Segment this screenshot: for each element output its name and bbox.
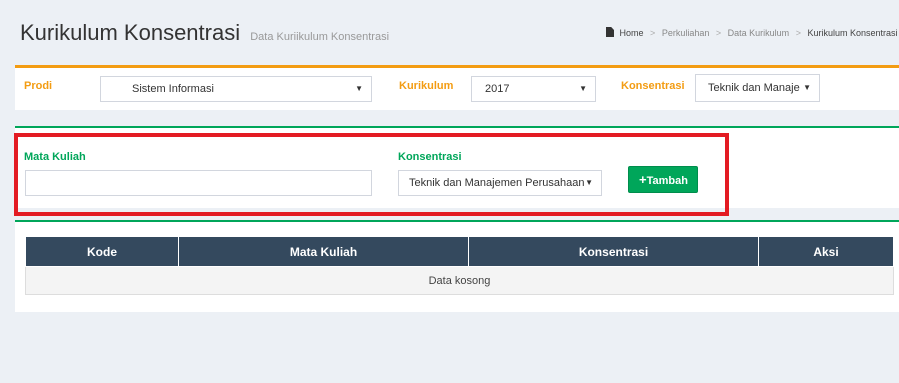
konsentrasi-form-value: Teknik dan Manajemen Perusahaan (409, 177, 585, 189)
breadcrumb-home[interactable]: Home (620, 28, 644, 38)
page-header: Kurikulum Konsentrasi Data Kuriikulum Ko… (0, 0, 899, 60)
table-header-row: Kode Mata Kuliah Konsentrasi Aksi (25, 236, 894, 267)
prodi-label: Prodi (24, 80, 53, 92)
mata-kuliah-input[interactable] (25, 170, 372, 196)
data-table: Kode Mata Kuliah Konsentrasi Aksi Data k… (25, 236, 894, 295)
kurikulum-select-value: 2017 (485, 83, 510, 95)
breadcrumb-separator: > (650, 28, 656, 38)
column-header-kode: Kode (25, 236, 179, 267)
konsentrasi-filter-select[interactable]: Teknik dan Manaje ▼ (695, 74, 820, 102)
mata-kuliah-label: Mata Kuliah (24, 151, 86, 163)
column-header-mata-kuliah: Mata Kuliah (178, 236, 469, 267)
page-title-text: Kurikulum Konsentrasi (20, 20, 241, 45)
document-icon (606, 27, 614, 37)
konsentrasi-filter-value: Teknik dan Manaje (708, 82, 800, 94)
add-button[interactable]: +Tambah (628, 166, 698, 193)
add-button-label: Tambah (646, 175, 688, 187)
breadcrumb-perkuliahan[interactable]: Perkuliahan (662, 28, 710, 38)
page-subtitle: Data Kuriikulum Konsentrasi (250, 31, 390, 43)
column-header-konsentrasi: Konsentrasi (468, 236, 759, 267)
kurikulum-label: Kurikulum (399, 80, 454, 92)
table-row: Data kosong (25, 266, 894, 295)
chevron-down-icon: ▼ (355, 84, 363, 93)
page-title: Kurikulum Konsentrasi Data Kuriikulum Ko… (20, 20, 389, 46)
breadcrumb-separator: > (715, 28, 722, 38)
breadcrumb-current: Kurikulum Konsentrasi (807, 28, 898, 38)
breadcrumb-data-kurikulum[interactable]: Data Kurikulum (728, 28, 790, 38)
konsentrasi-form-label: Konsentrasi (398, 151, 462, 163)
konsentrasi-filter-label: Konsentrasi (621, 80, 685, 92)
kurikulum-select[interactable]: 2017 ▼ (471, 76, 596, 102)
chevron-down-icon: ▼ (585, 178, 593, 187)
empty-table-message: Data kosong (25, 266, 894, 295)
breadcrumb: Home > Perkuliahan > Data Kurikulum > Ku… (606, 27, 898, 38)
chevron-down-icon: ▼ (579, 84, 587, 93)
prodi-select-value: Sistem Informasi (132, 83, 214, 95)
breadcrumb-separator: > (795, 28, 801, 38)
prodi-select[interactable]: Sistem Informasi ▼ (100, 76, 372, 102)
chevron-down-icon: ▼ (803, 83, 811, 92)
column-header-aksi: Aksi (758, 236, 894, 267)
plus-icon: + (639, 172, 647, 187)
konsentrasi-form-select[interactable]: Teknik dan Manajemen Perusahaan ▼ (398, 170, 602, 196)
